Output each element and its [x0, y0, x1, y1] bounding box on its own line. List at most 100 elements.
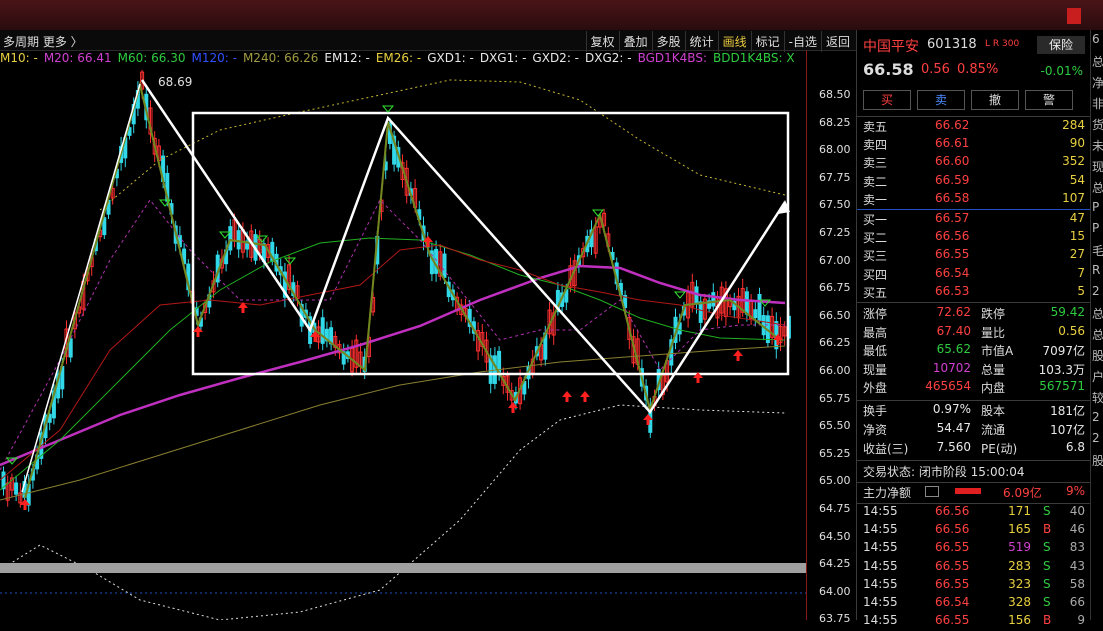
buy-arrow-icon: [580, 391, 590, 397]
edge-char: 货: [1092, 118, 1103, 132]
ma-legend-item: EM12: -: [324, 51, 370, 65]
tick-price: 66.55: [935, 576, 970, 591]
trade-button-1[interactable]: 卖: [917, 90, 965, 110]
y-tick-label: 65.00: [819, 474, 851, 488]
order-book-row[interactable]: 卖一 66.58 107: [863, 191, 1085, 209]
buy-arrow-stem: [696, 378, 700, 383]
order-book-row[interactable]: 卖三 66.60 352: [863, 154, 1085, 172]
ma-legend-item: M60: 66.30: [117, 51, 186, 65]
y-tick-label: 63.75: [819, 612, 851, 626]
order-book-row[interactable]: 买四 66.54 7: [863, 266, 1085, 284]
edge-char: 现: [1092, 160, 1103, 174]
period-menu[interactable]: 多周期 更多 〉: [3, 33, 83, 50]
order-book-row[interactable]: 卖五 66.62 284: [863, 118, 1085, 136]
trade-button-0[interactable]: 买: [863, 90, 911, 110]
tick-price: 66.55: [935, 558, 970, 573]
tick-side: S: [1043, 595, 1051, 609]
candle-body: [698, 301, 703, 323]
toolbar-button-5[interactable]: 标记: [750, 31, 784, 52]
level-price: 66.59: [935, 172, 970, 187]
index-tag: L R 300: [985, 39, 1020, 49]
level-volume: 352: [1062, 154, 1085, 169]
tick-side: S: [1043, 504, 1051, 518]
order-book-row[interactable]: 买一 66.57 47: [863, 211, 1085, 229]
tick-volume: 171: [1008, 504, 1031, 518]
candlesticks: [1, 65, 791, 512]
toolbar-button-7[interactable]: 返回: [820, 31, 854, 52]
stat-value: 181亿: [1050, 404, 1085, 418]
stat-value: 107亿: [1050, 423, 1085, 437]
ma-legend-item: BDD1K4BS: X: [713, 51, 795, 65]
tick-side: B: [1043, 613, 1052, 628]
stats-row: 现量 10702 总量 103.3万: [863, 361, 1085, 379]
kline-svg[interactable]: 68.69: [0, 65, 806, 621]
level-volume: 5: [1077, 283, 1085, 298]
stat-value: 465654: [925, 379, 971, 393]
order-book-row[interactable]: 卖二 66.59 54: [863, 173, 1085, 191]
ma-legend-item: GXD2: -: [532, 51, 580, 65]
ma-legend-item: M240: 66.26: [242, 51, 319, 65]
stat-value: 59.42: [1050, 305, 1085, 319]
toolbar-button-6[interactable]: -自选: [783, 31, 821, 52]
flow-bar: [955, 488, 981, 494]
candle-body: [711, 292, 716, 307]
close-icon[interactable]: [1067, 8, 1081, 24]
level-price: 66.61: [935, 136, 970, 151]
order-book-row[interactable]: 买五 66.53 5: [863, 284, 1085, 302]
toolbar-buttons: 复权 叠加 多股 统计 画线 标记 -自选 返回: [585, 31, 854, 52]
toolbar-button-0[interactable]: 复权: [585, 31, 619, 52]
y-tick-label: 64.75: [819, 502, 851, 515]
y-tick-label: 66.75: [819, 281, 851, 295]
stat-value: 7097亿: [1042, 344, 1085, 358]
stock-code: 601318: [927, 37, 977, 52]
zigzag-green: [24, 81, 781, 499]
candle-body: [753, 309, 758, 319]
order-book-row[interactable]: 买三 66.55 27: [863, 247, 1085, 265]
toolbar-button-2[interactable]: 多股: [651, 31, 685, 52]
stats-row: 最低 65.62 市值A 7097亿: [863, 342, 1085, 360]
buy-arrow-stem: [313, 337, 317, 342]
zigzag-red: [24, 81, 781, 499]
trade-button-2[interactable]: 撤: [971, 90, 1019, 110]
stat-value: 0.97%: [932, 402, 971, 416]
tick-count: 9: [1077, 613, 1085, 628]
toolbar-button-3[interactable]: 统计: [684, 31, 718, 52]
level-volume: 27: [1069, 247, 1085, 262]
tick-count: 40: [1069, 504, 1085, 518]
level-price: 66.62: [935, 118, 970, 132]
candle-body: [320, 317, 325, 344]
sector-button[interactable]: 保险: [1037, 36, 1085, 54]
ma-legend-item: DXG2: -: [585, 51, 632, 65]
ma-legend-item: M120: -: [191, 51, 237, 65]
price-change-pct: 0.85%: [957, 62, 999, 77]
tick-price: 66.55: [935, 540, 970, 555]
window-title-bar: [0, 0, 1103, 31]
stat-value: 6.8: [1065, 440, 1085, 454]
stat-value: 10702: [932, 360, 971, 375]
stats-row: 最高 67.40 量比 0.56: [863, 324, 1085, 342]
order-book-row[interactable]: 买二 66.56 15: [863, 229, 1085, 247]
toolbar-button-1[interactable]: 叠加: [618, 31, 652, 52]
lower-band: [0, 404, 786, 621]
toolbar-button-4[interactable]: 画线: [717, 31, 751, 52]
tick-side: B: [1043, 522, 1052, 537]
kline-chart[interactable]: 68.69: [0, 65, 806, 621]
tick-row: 14:55 66.55 519 S 83: [863, 540, 1085, 558]
tick-time: 14:55: [863, 522, 898, 537]
tick-side: S: [1043, 540, 1051, 555]
level-label: 买四: [863, 267, 888, 282]
stat-value: 72.62: [936, 305, 971, 319]
stat-label: 现量: [863, 362, 888, 377]
trade-button-3[interactable]: 警: [1025, 90, 1073, 110]
chart-toolbar: 多周期 更多 〉 复权 叠加 多股 统计 画线 标记 -自选 返回: [0, 30, 856, 52]
edge-char: P: [1092, 221, 1100, 235]
list-icon[interactable]: [925, 486, 939, 497]
order-book-row[interactable]: 卖四 66.61 90: [863, 136, 1085, 154]
moving-average-legend: M10: - M20: 66.41 M60: 66.30 M120: - M240: 6…: [0, 51, 800, 69]
ma-legend-item: M20: 66.41: [43, 51, 112, 65]
candle-body: [497, 350, 502, 373]
edge-char: 非: [1092, 97, 1103, 111]
tick-time: 14:55: [863, 576, 898, 591]
last-price: 66.58: [863, 60, 914, 79]
stat-label: 股本: [981, 404, 1006, 418]
